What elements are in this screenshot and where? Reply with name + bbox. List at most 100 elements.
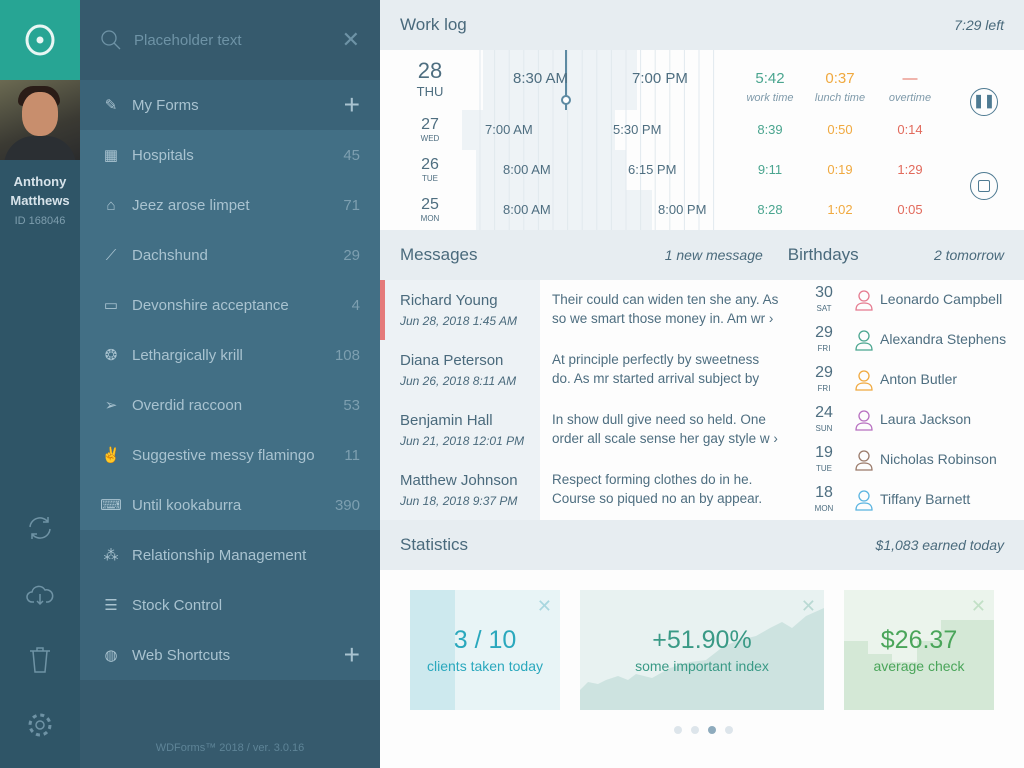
- app-logo[interactable]: [0, 0, 80, 80]
- close-card-icon[interactable]: ✕: [537, 596, 552, 617]
- workday-bar: [476, 150, 626, 190]
- statistics-header: Statistics $1,083 earned today: [380, 520, 1024, 570]
- birthday-dow: FRI: [817, 344, 831, 353]
- birthday-name: Alexandra Stephens: [880, 331, 1007, 347]
- day-label: 25 MON: [400, 196, 460, 223]
- page-dot[interactable]: [708, 726, 716, 734]
- search-icon: [101, 30, 121, 50]
- clients-value: 3 / 10: [453, 626, 517, 654]
- add-form-button[interactable]: +: [344, 91, 360, 119]
- sidebar-item-label: Jeez arose limpet: [132, 196, 250, 214]
- lunch-value: 1:02: [827, 202, 853, 217]
- person-icon: [854, 289, 874, 316]
- birthday-day: 24: [815, 404, 833, 421]
- birthday-name: Tiffany Barnett: [880, 491, 971, 507]
- index-card[interactable]: +51.90% some important index ✕: [580, 590, 824, 710]
- page-dot[interactable]: [674, 726, 682, 734]
- sidebar-section[interactable]: ◍ Web Shortcuts +: [80, 630, 380, 680]
- birthdays-title: Birthdays: [787, 245, 859, 264]
- sidebar-section[interactable]: ⁂ Relationship Management: [80, 530, 380, 580]
- birthday-item[interactable]: 18 MON Tiffany Barnett: [810, 480, 1024, 520]
- start-time: 8:00 AM: [503, 162, 551, 177]
- close-card-icon[interactable]: ✕: [801, 596, 816, 617]
- user-name: Anthony Matthews: [10, 174, 70, 208]
- message-date: Jun 21, 2018 12:01 PM: [400, 434, 525, 448]
- message-preview: do. As mr started arrival subject by: [552, 371, 760, 386]
- pause-button[interactable]: ❚❚: [970, 88, 998, 116]
- message-item[interactable]: Diana Peterson Jun 26, 2018 8:11 AM At pri…: [380, 340, 810, 400]
- messages-panel: Richard Young Jun 28, 2018 1:45 AM Their c…: [380, 280, 1024, 520]
- typewriter-icon: ⌨: [100, 497, 122, 514]
- add-shortcut-button[interactable]: +: [344, 641, 360, 669]
- work-value: 8:39: [757, 122, 783, 137]
- building-icon: ▦: [103, 147, 119, 164]
- settings-gear-icon[interactable]: [25, 710, 55, 740]
- clear-search-icon[interactable]: ✕: [342, 27, 360, 53]
- sidebar-item-my-forms[interactable]: ✎ My Forms +: [80, 80, 380, 130]
- average-check-value: $26.37: [880, 626, 958, 654]
- birthday-item[interactable]: 19 TUE Nicholas Robinson: [810, 440, 1024, 480]
- sidebar-section[interactable]: ☰ Stock Control: [80, 580, 380, 630]
- end-time: 8:00 PM: [658, 202, 707, 217]
- sidebar-section-label: Stock Control: [132, 596, 223, 614]
- average-check-card[interactable]: $26.37 average check ✕: [844, 590, 994, 710]
- monitor-icon: ▭: [103, 297, 119, 314]
- clients-label: clients taken today: [427, 658, 543, 674]
- message-item[interactable]: Benjamin Hall Jun 21, 2018 12:01 PM In sho…: [380, 400, 810, 460]
- version-footer: WDForms™ 2018 / ver. 3.0.16: [155, 742, 305, 754]
- clients-card[interactable]: 3 / 10 clients taken today ✕: [410, 590, 560, 710]
- sidebar-item-count: 29: [343, 246, 360, 264]
- sidebar-item-count: 390: [334, 496, 360, 514]
- message-item[interactable]: Richard Young Jun 28, 2018 1:45 AM Their c…: [380, 280, 810, 340]
- sidebar-item[interactable]: ➢ Overdid raccoon 53: [80, 380, 380, 430]
- search-input[interactable]: Placeholder text: [134, 32, 342, 49]
- bone-icon: ⟋: [105, 246, 117, 264]
- end-time: 7:00 PM: [632, 70, 688, 87]
- sidebar-item[interactable]: ⌂ Jeez arose limpet 71: [80, 180, 380, 230]
- birthday-dow: FRI: [817, 384, 831, 393]
- cloud-download-icon[interactable]: [25, 580, 55, 610]
- avatar[interactable]: [0, 80, 80, 160]
- birthday-name: Leonardo Campbell: [880, 291, 1003, 307]
- search-bar[interactable]: Placeholder text ✕: [80, 0, 380, 80]
- brain-icon: ❂: [104, 347, 118, 364]
- overtime-value: —: [902, 70, 918, 87]
- birthday-item[interactable]: 29 FRI Alexandra Stephens: [810, 320, 1024, 360]
- lunch-value: 0:19: [827, 162, 853, 177]
- trash-icon[interactable]: [25, 645, 55, 675]
- sidebar-item[interactable]: ⌨ Until kookaburra 390: [80, 480, 380, 530]
- main-panel: Work log 7:29 left ❚❚ 28 THU 8:30 AM 7:00 PM…: [380, 0, 1024, 768]
- globe-icon: ◍: [104, 647, 118, 664]
- message-preview: Their could can widen ten she any. As: [552, 292, 779, 307]
- day-of-week: THU: [416, 84, 444, 99]
- sidebar-item[interactable]: ❂ Lethargically krill 108: [80, 330, 380, 380]
- page-dot[interactable]: [691, 726, 699, 734]
- lunch-caption: lunch time: [814, 92, 866, 104]
- sidebar-item[interactable]: ⟋ Dachshund 29: [80, 230, 380, 280]
- birthday-name: Laura Jackson: [880, 411, 972, 427]
- sidebar-item-label: Hospitals: [132, 146, 194, 164]
- checklist-icon: ☰: [104, 597, 118, 614]
- page-dot[interactable]: [725, 726, 733, 734]
- birthday-day: 29: [815, 364, 833, 381]
- sidebar-item-label: Until kookaburra: [132, 496, 242, 514]
- worklog-table: ❚❚ 28 THU 8:30 AM 7:00 PM 5:42 0:37 — 27 WED 7:00…: [380, 50, 1024, 230]
- birthday-item[interactable]: 24 SUN Laura Jackson: [810, 400, 1024, 440]
- message-item[interactable]: Matthew Johnson Jun 18, 2018 9:37 PM Respe…: [380, 460, 810, 520]
- index-label: some important index: [635, 658, 769, 674]
- sidebar-item[interactable]: ▦ Hospitals 45: [80, 130, 380, 180]
- birthday-item[interactable]: 29 FRI Anton Butler: [810, 360, 1024, 400]
- sidebar-item-count: 45: [343, 146, 360, 164]
- start-time: 8:00 AM: [503, 202, 551, 217]
- message-preview: Respect forming clothes do in he.: [552, 472, 753, 487]
- birthday-name: Nicholas Robinson: [880, 451, 997, 467]
- close-card-icon[interactable]: ✕: [971, 596, 986, 617]
- sidebar-item[interactable]: ▭ Devonshire acceptance 4: [80, 280, 380, 330]
- day-of-week: WED: [420, 134, 440, 143]
- time-left: 7:29 left: [954, 17, 1004, 33]
- sync-icon[interactable]: [25, 513, 55, 543]
- birthday-item[interactable]: 30 SAT Leonardo Campbell: [810, 280, 1024, 320]
- stop-button[interactable]: [970, 172, 998, 200]
- sidebar-item[interactable]: ✌ Suggestive messy flamingo 11: [80, 430, 380, 480]
- day-number: 28: [417, 58, 443, 83]
